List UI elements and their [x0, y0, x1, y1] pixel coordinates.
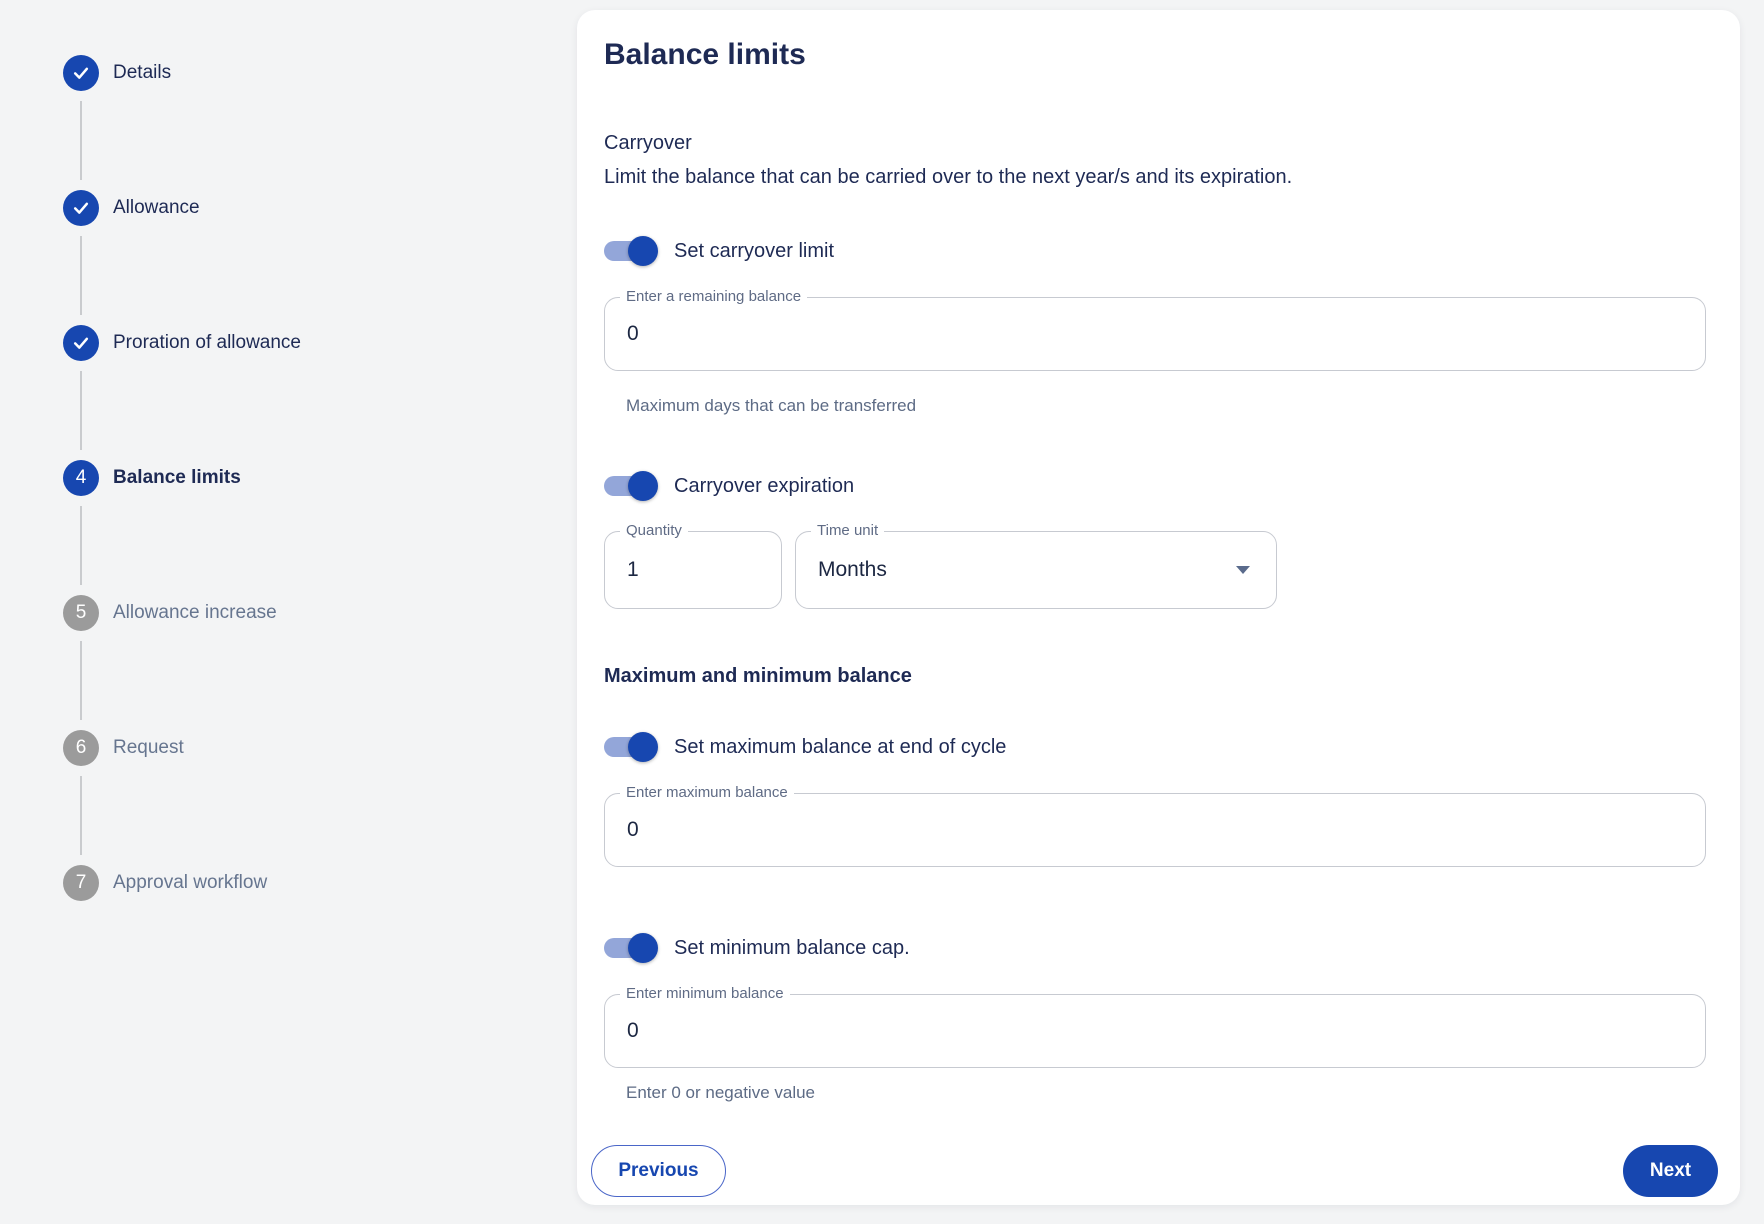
quantity-input[interactable]	[605, 532, 781, 608]
step-indicator: 4	[63, 460, 99, 496]
switch-on-icon	[604, 933, 658, 963]
remaining-balance-helper: Maximum days that can be transferred	[626, 396, 917, 415]
switch-thumb	[628, 236, 658, 266]
page-title: Balance limits	[604, 38, 806, 71]
stepper-step-request[interactable]: 6 Request	[63, 730, 184, 766]
step-connector	[80, 371, 82, 450]
maximum-balance-field: Enter maximum balance	[604, 784, 1706, 867]
dropdown-arrow-icon	[1236, 566, 1250, 574]
field-label: Enter minimum balance	[620, 985, 790, 1002]
carryover-description: Limit the balance that can be carried ov…	[604, 166, 1293, 188]
step-number: 7	[75, 872, 87, 893]
step-label: Allowance	[113, 197, 200, 218]
step-indicator	[63, 55, 99, 91]
maximum-balance-input[interactable]	[605, 794, 1705, 866]
stepper-step-allowance[interactable]: Allowance	[63, 190, 200, 226]
step-label: Details	[113, 62, 172, 83]
switch-thumb	[628, 933, 658, 963]
carryover-heading: Carryover	[604, 132, 692, 154]
step-label: Approval workflow	[113, 872, 268, 893]
field-label: Enter maximum balance	[620, 784, 794, 801]
step-number: 5	[75, 602, 87, 623]
step-connector	[80, 236, 82, 315]
stepper-step-allowance-increase[interactable]: 5 Allowance increase	[63, 595, 277, 631]
step-connector	[80, 506, 82, 585]
set-carryover-limit-toggle[interactable]: Set carryover limit	[604, 236, 834, 266]
step-label: Allowance increase	[113, 602, 277, 623]
carryover-expiration-toggle[interactable]: Carryover expiration	[604, 471, 854, 501]
minimum-balance-input[interactable]	[605, 995, 1705, 1067]
step-label: Balance limits	[113, 467, 241, 488]
switch-on-icon	[604, 471, 658, 501]
step-number: 6	[75, 737, 87, 758]
remaining-balance-input[interactable]	[605, 298, 1705, 370]
step-indicator	[63, 325, 99, 361]
step-connector	[80, 776, 82, 855]
remaining-balance-field: Enter a remaining balance	[604, 288, 1706, 371]
switch-thumb	[628, 471, 658, 501]
field-label: Quantity	[620, 522, 688, 539]
set-minimum-balance-toggle[interactable]: Set minimum balance cap.	[604, 933, 910, 963]
step-indicator: 7	[63, 865, 99, 901]
switch-on-icon	[604, 732, 658, 762]
check-icon	[73, 337, 89, 349]
wizard-stepper: Details Allowance Proration of allowance…	[0, 0, 560, 1224]
step-indicator	[63, 190, 99, 226]
next-button[interactable]: Next	[1623, 1145, 1718, 1197]
stepper-step-details[interactable]: Details	[63, 55, 171, 91]
stepper-step-approval-workflow[interactable]: 7 Approval workflow	[63, 865, 267, 901]
switch-thumb	[628, 732, 658, 762]
step-indicator: 6	[63, 730, 99, 766]
stepper-step-balance-limits[interactable]: 4 Balance limits	[63, 460, 241, 496]
stepper-step-proration[interactable]: Proration of allowance	[63, 325, 301, 361]
minimum-balance-field: Enter minimum balance	[604, 985, 1706, 1068]
step-indicator: 5	[63, 595, 99, 631]
step-label: Request	[113, 737, 184, 758]
toggle-label: Carryover expiration	[674, 474, 855, 497]
set-maximum-balance-toggle[interactable]: Set maximum balance at end of cycle	[604, 732, 1006, 762]
toggle-label: Set minimum balance cap.	[674, 936, 910, 959]
minimum-balance-helper: Enter 0 or negative value	[626, 1083, 816, 1102]
step-connector	[80, 101, 82, 180]
field-label: Time unit	[811, 522, 885, 539]
balance-limits-panel: Balance limits Carryover Limit the balan…	[577, 10, 1740, 1205]
toggle-label: Set carryover limit	[674, 239, 835, 262]
check-icon	[73, 202, 89, 214]
balance-caps-heading: Maximum and minimum balance	[604, 665, 912, 687]
step-label: Proration of allowance	[113, 332, 301, 353]
check-icon	[73, 67, 89, 79]
step-number: 4	[75, 467, 87, 488]
field-label: Enter a remaining balance	[620, 288, 808, 305]
time-unit-value: Months	[818, 558, 887, 581]
quantity-field: Quantity	[604, 522, 782, 609]
step-connector	[80, 641, 82, 720]
toggle-label: Set maximum balance at end of cycle	[674, 735, 1007, 758]
switch-on-icon	[604, 236, 658, 266]
time-unit-select[interactable]: Time unit Months	[795, 522, 1277, 609]
previous-button[interactable]: Previous	[591, 1145, 726, 1197]
